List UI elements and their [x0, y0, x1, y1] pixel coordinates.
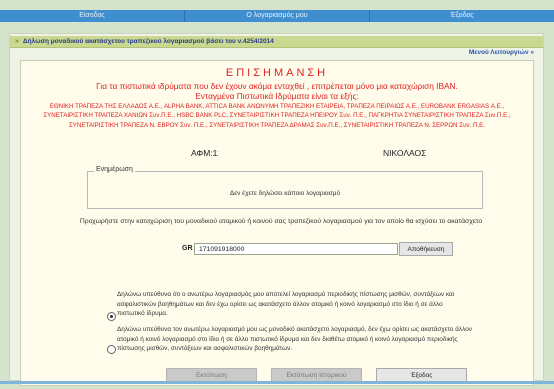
page-header: » Δήλωση μοναδικού ακατάσχετου τραπεζικο…: [10, 36, 543, 48]
notice-text: Για τα πιστωτικά ιδρύματα που δεν έχουν …: [96, 81, 458, 91]
content-frame: » Δήλωση μοναδικού ακατάσχετου τραπεζικο…: [9, 33, 544, 386]
double-arrow-icon: »: [15, 38, 19, 45]
instruction-text: Προχωρήστε στην καταχώριση του μοναδικού…: [79, 218, 483, 225]
main-panel: ΕΠΙΣΗΜΑΝΣΗ Για τα πιστωτικά ιδρύματα που…: [20, 60, 534, 386]
print-history-button[interactable]: Εκτύπωση Ιστορικού: [271, 368, 362, 382]
functions-menu-link[interactable]: Μενού Λειτουργιών »: [469, 49, 534, 56]
option-salary-radio[interactable]: [107, 312, 116, 321]
save-button[interactable]: Αποθήκευση: [399, 242, 453, 256]
option-salary-text: Δηλώνω υπεύθυνα ότι ο ανωτέρω λογαριασμό…: [117, 291, 455, 317]
info-message: Δεν έχετε δηλώσει κάποιο λογαριασμό: [229, 190, 341, 197]
taxpayer-name: ΝΙΚΟΛΑΟΣ: [383, 148, 427, 158]
print-button[interactable]: Εκτύπωση: [166, 368, 257, 382]
tab-my-account[interactable]: Ο λογαριασμός μου: [185, 10, 370, 22]
tab-login[interactable]: Είσοδος: [0, 10, 185, 22]
bottom-divider: [0, 381, 554, 384]
banks-list: ΕΘΝΙΚΗ ΤΡΑΠΕΖΑ ΤΗΣ ΕΛΛΑΔΟΣ Α.Ε., ALPHA B…: [43, 103, 511, 129]
arrow-right-icon: »: [530, 49, 534, 56]
notice-title: ΕΠΙΣΗΜΑΝΣΗ: [225, 67, 329, 79]
iban-prefix: GR: [182, 245, 193, 252]
taxpayer-info: ΑΦΜ:11 ΝΙΚΟΛΑΟΣ: [21, 148, 533, 160]
exit-button[interactable]: Έξοδος: [376, 368, 467, 382]
option-unique-text: Δηλώνω υπεύθυνα τον ανωτέρω λογαριασμό μ…: [117, 326, 472, 352]
iban-input[interactable]: [194, 243, 398, 255]
notice-subtitle: Ενταγμένα Πιστωτικά Ιδρύματα είναι τα εξ…: [195, 91, 359, 101]
redacted-area: [218, 149, 324, 158]
radio-selected-dot: [110, 315, 113, 318]
functions-menu-label: Μενού Λειτουργιών: [468, 49, 529, 56]
page-title: Δήλωση μοναδικού ακατάσχετου τραπεζικού …: [22, 38, 274, 45]
info-legend: Ενημέρωση: [94, 166, 135, 173]
afm-label: ΑΦΜ:11: [191, 148, 222, 158]
info-fieldset: Ενημέρωση Δεν έχετε δηλώσει κάποιο λογαρ…: [87, 166, 483, 209]
tab-logout[interactable]: Έξοδος: [370, 10, 554, 22]
option-unique-radio[interactable]: [107, 345, 116, 354]
top-navigation: Είσοδος Ο λογαριασμός μου Έξοδος: [0, 10, 554, 22]
